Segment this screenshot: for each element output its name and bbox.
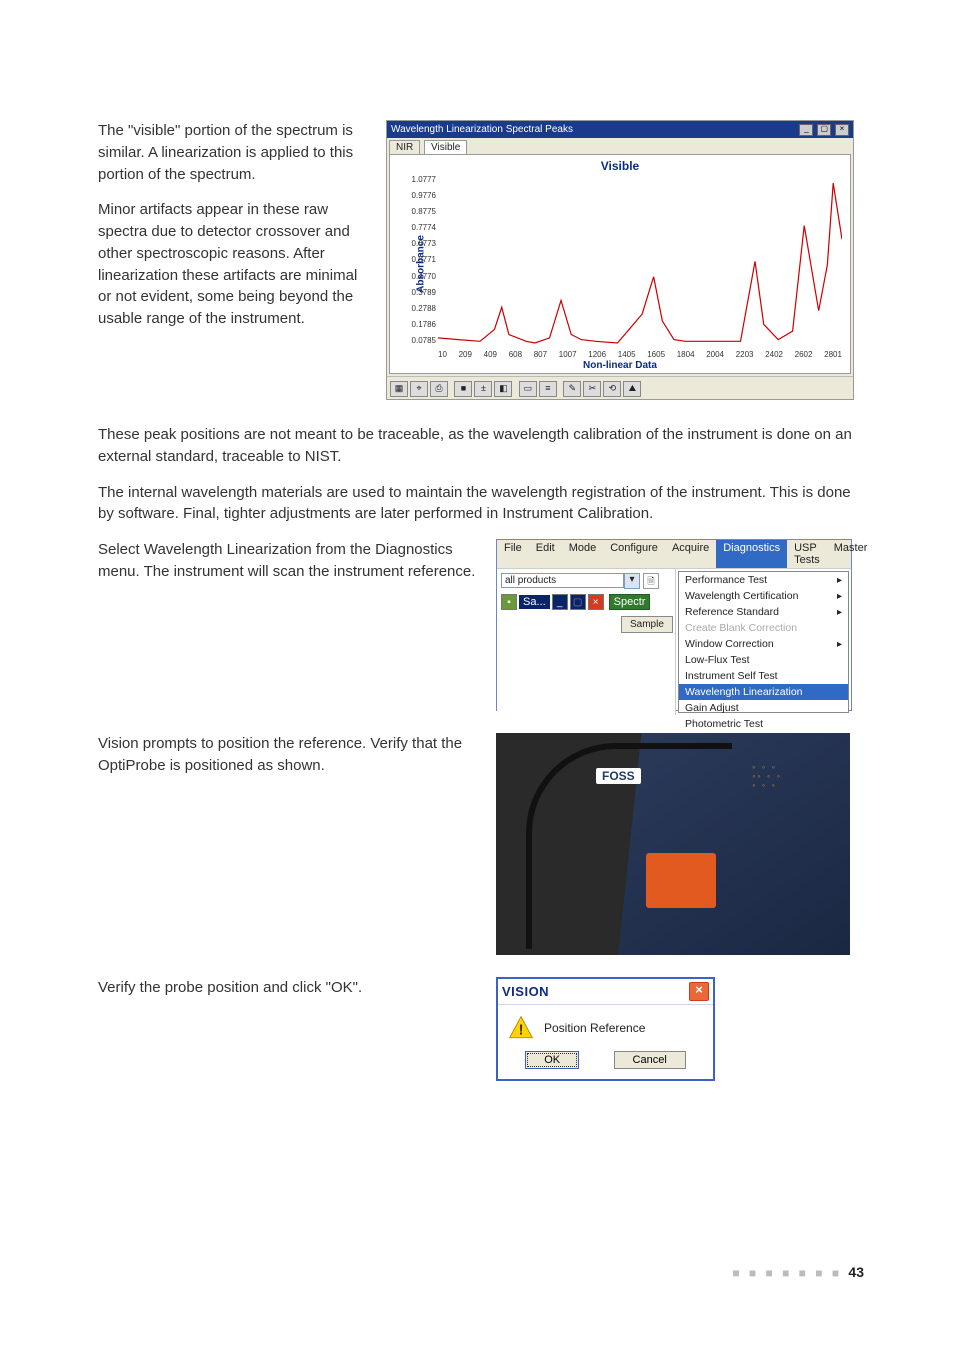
chart-toolbar[interactable]: ▦⌖⎙ ■±◧ ▭≡ ✎✂⟲⛰ [387,376,853,399]
menu-master[interactable]: Master [827,540,875,568]
chevron-right-icon: ▸ [837,639,842,650]
body-text: Minor artifacts appear in these raw spec… [98,199,368,330]
body-text: Verify the probe position and click "OK"… [98,977,478,999]
diagnostics-submenu[interactable]: Performance Test▸Wavelength Certificatio… [678,571,849,713]
close-icon[interactable]: × [689,982,709,1001]
window-title: Wavelength Linearization Spectral Peaks [391,124,573,135]
new-icon[interactable]: 🗎 [643,573,659,589]
dialog: VISION × ! Position Reference OK Cancel [496,977,715,1081]
toolbar-icon[interactable]: ⛰ [623,381,641,397]
toolbar-icon[interactable]: ▭ [519,381,537,397]
menu-item-performance-test[interactable]: Performance Test▸ [679,572,848,588]
toolbar-icon[interactable]: ± [474,381,492,397]
menu-item-gain-adjust[interactable]: Gain Adjust [679,700,848,716]
chart-area: Visible Absorbance Non-linear Data 1.077… [389,154,851,374]
cancel-button[interactable]: Cancel [614,1051,686,1069]
menubar[interactable]: FileEditModeConfigureAcquireDiagnosticsU… [497,540,851,569]
chevron-right-icon: ▸ [837,575,842,586]
menu-item-low-flux-test[interactable]: Low-Flux Test [679,652,848,668]
menu-item-create-blank-correction: Create Blank Correction [679,620,848,636]
menu-configure[interactable]: Configure [603,540,665,568]
menu-file[interactable]: File [497,540,529,568]
dialog-title: VISION [502,984,549,999]
chevron-right-icon: ▸ [837,591,842,602]
page-number: ■ ■ ■ ■ ■ ■ ■ 43 [732,1264,864,1280]
toolbar-icon[interactable]: ■ [454,381,472,397]
body-text: The internal wavelength materials are us… [98,482,864,526]
menu-item-window-correction[interactable]: Window Correction▸ [679,636,848,652]
menu-usp-tests[interactable]: USP Tests [787,540,827,568]
instrument-photo: ◦ ◦ ◦◦◦ ◦ ◦◦ ◦ ◦ FOSS [496,733,850,955]
menu-item-wavelength-certification[interactable]: Wavelength Certification▸ [679,588,848,604]
maximize-icon: ▢ [570,594,586,610]
spectra-button[interactable]: Spectr [609,594,651,610]
ok-button[interactable]: OK [525,1051,579,1069]
toolbar-icon[interactable]: ◧ [494,381,512,397]
dialog-message: Position Reference [544,1021,645,1035]
menu-acquire[interactable]: Acquire [665,540,716,568]
toolbar-icon[interactable]: ✎ [563,381,581,397]
y-ticks: 1.07770.97760.87750.77740.67730.57710.47… [406,175,436,345]
x-ticks: 1020940960880710071206140516051804200422… [438,350,842,359]
toolbar-icon[interactable]: ⟲ [603,381,621,397]
menu-mode[interactable]: Mode [562,540,604,568]
tab-visible[interactable]: Visible [424,140,467,154]
body-text: The "visible" portion of the spectrum is… [98,120,368,185]
toolbar-icon[interactable]: ≡ [539,381,557,397]
menu-item-instrument-self-test[interactable]: Instrument Self Test [679,668,848,684]
app-window: FileEditModeConfigureAcquireDiagnosticsU… [496,539,852,711]
svg-text:!: ! [519,1023,524,1039]
chart-window: Wavelength Linearization Spectral Peaks … [386,120,854,400]
product-dropdown[interactable]: all products [501,573,624,588]
menu-item-photometric-test[interactable]: Photometric Test [679,716,848,732]
brand-label: FOSS [596,768,641,784]
body-text: Vision prompts to position the reference… [98,733,478,777]
toolbar-icon[interactable]: ▦ [390,381,408,397]
chart-title: Visible [390,159,850,173]
sample-icon: ▪ [501,594,517,610]
body-text: These peak positions are not meant to be… [98,424,864,468]
close-icon[interactable]: × [588,594,604,610]
body-text: Select Wavelength Linearization from the… [98,539,478,583]
sa-titlebar: Sa... [519,595,550,609]
minimize-icon[interactable]: _ [552,594,568,610]
menu-item-reference-standard[interactable]: Reference Standard▸ [679,604,848,620]
warning-icon: ! [508,1015,534,1041]
x-axis-label: Non-linear Data [390,360,850,371]
toolbar-icon[interactable]: ⎙ [430,381,448,397]
menu-diagnostics[interactable]: Diagnostics [716,540,787,568]
window-buttons[interactable]: _ ▢ × [798,123,849,136]
tab-nir[interactable]: NIR [389,140,420,154]
maximize-icon[interactable]: ▢ [817,124,831,136]
sample-button[interactable]: Sample [621,616,673,633]
chevron-right-icon: ▸ [837,607,842,618]
menu-item-wavelength-linearization[interactable]: Wavelength Linearization [679,684,848,700]
close-icon[interactable]: × [835,124,849,136]
menu-edit[interactable]: Edit [529,540,562,568]
toolbar-icon[interactable]: ⌖ [410,381,428,397]
toolbar-icon[interactable]: ✂ [583,381,601,397]
minimize-icon[interactable]: _ [799,124,813,136]
chevron-down-icon[interactable]: ▾ [624,573,640,589]
